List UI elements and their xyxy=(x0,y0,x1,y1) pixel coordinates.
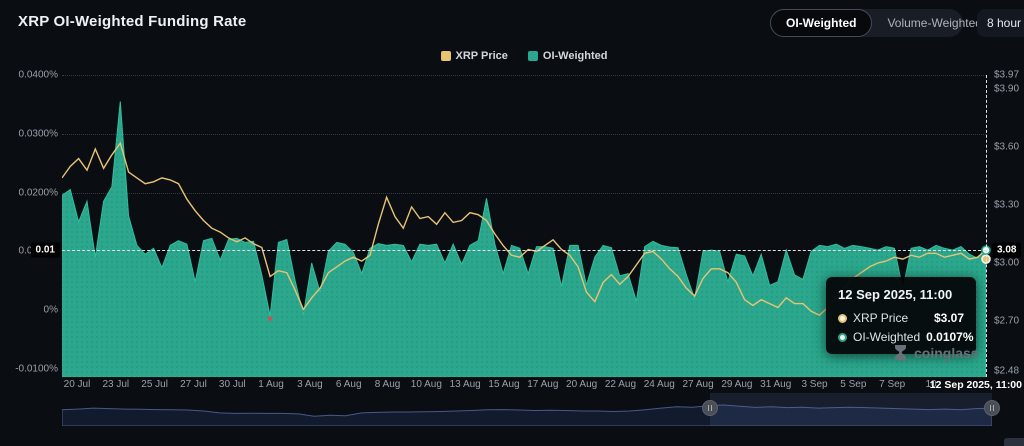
current-funding-badge: 0.01 xyxy=(31,243,60,258)
navigator-right-handle[interactable] xyxy=(984,400,1000,416)
watermark-text: coinglass xyxy=(914,345,979,361)
coinglass-watermark: coinglass xyxy=(893,344,979,361)
range-navigator[interactable] xyxy=(62,393,992,426)
coinglass-logo-icon xyxy=(893,344,908,361)
tooltip-row-xrp-price: XRP Price $3.07 xyxy=(838,311,964,325)
tooltip-date: 12 Sep 2025, 11:00 xyxy=(838,287,964,302)
tooltip-row-oi-weighted: OI-Weighted 0.0107% xyxy=(838,330,964,344)
current-price-badge: 3.08 xyxy=(992,243,1021,258)
oi-weighted-dot-icon xyxy=(838,333,847,342)
tooltip-label: XRP Price xyxy=(853,311,908,325)
tooltip-value: $3.07 xyxy=(934,311,964,325)
funding-rate-widget: XRP OI-Weighted Funding Rate OI-Weighted… xyxy=(0,0,1024,446)
funding-chart-canvas xyxy=(0,0,1024,446)
crosshair-date-label: 12 Sep 2025, 11:00 xyxy=(930,379,1022,391)
crosshair-vertical-line xyxy=(986,75,987,377)
crosshair-horizontal-line xyxy=(62,250,986,251)
navigator-selection-window[interactable] xyxy=(710,393,992,426)
resize-corner[interactable] xyxy=(1004,438,1024,446)
tooltip-label: OI-Weighted xyxy=(853,330,920,344)
tooltip-value: 0.0107% xyxy=(926,330,973,344)
xrp-price-dot-icon xyxy=(838,314,847,323)
tooltip: 12 Sep 2025, 11:00 XRP Price $3.07 OI-We… xyxy=(826,277,976,354)
